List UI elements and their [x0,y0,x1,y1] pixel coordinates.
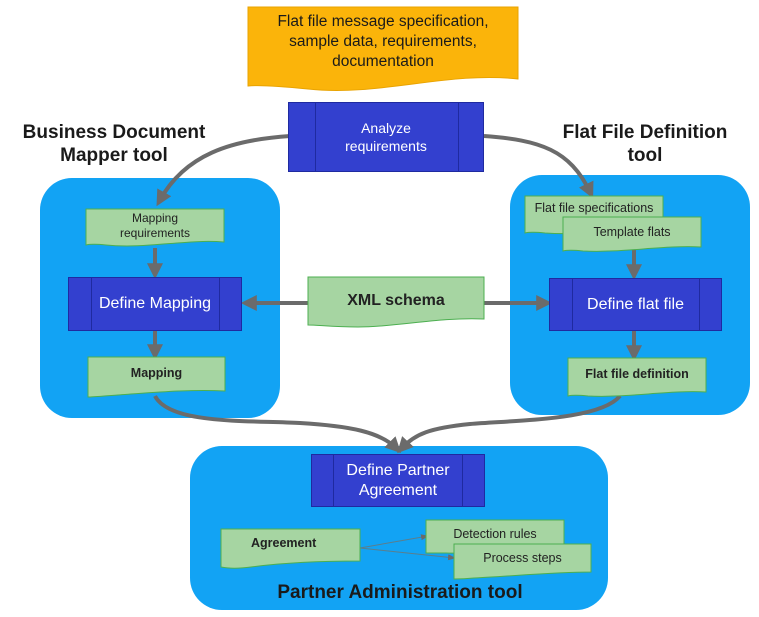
arrow-analyze-to-mapping-requirements [156,134,291,207]
flat-file-definition-doc: Flat file definition [567,357,707,398]
flat-file-definition-label: Flat file definition [585,366,689,381]
define-partner-agreement-label: Define Partner Agreement [346,461,450,499]
agreement-label: Agreement [251,535,317,550]
define-partner-agreement-process: Define Partner Agreement [311,454,485,507]
xml-schema-doc: XML schema [307,276,485,329]
define-mapping-label: Define Mapping [98,295,212,312]
process-steps-label: Process steps [483,550,562,565]
link-agreement-to-detection-rules [359,534,429,549]
xml-schema-label: XML schema [347,291,445,309]
arrow-analyze-to-flat-file-specifications [483,134,594,199]
source-documents: Flat file message specification, sample … [247,6,519,92]
template-flats-label: Template flats [593,224,671,239]
define-mapping-process: Define Mapping [68,277,242,331]
agreement-doc: Agreement [220,528,361,569]
define-flat-file-label: Define flat file [587,295,684,313]
define-flat-file-process: Define flat file [549,278,722,331]
template-flats-doc: Template flats [562,216,702,255]
analyze-requirements-label: Analyze requirements [345,120,427,154]
analyze-requirements-process: Analyze requirements [288,102,484,172]
mapping-requirements-label: Mapping requirements [119,211,191,240]
mapping-requirements-doc: Mapping requirements [85,208,225,247]
mapping-doc: Mapping [87,356,226,398]
arrow-mapping-to-partner-agreement [153,394,402,454]
process-steps-doc: Process steps [453,543,592,580]
source-documents-label: Flat file message specification, sample … [277,13,489,70]
mapping-label: Mapping [130,365,183,380]
arrow-flat-file-definition-to-partner-agreement [397,394,622,454]
